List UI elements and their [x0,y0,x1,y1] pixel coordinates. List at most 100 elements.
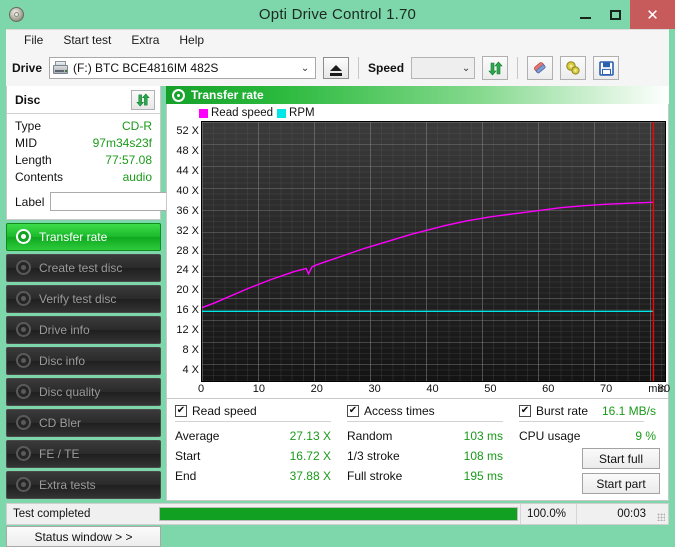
sidebar-item-cd-bler[interactable]: CD Bler [6,409,161,437]
stat-value: 37.88 X [285,466,347,486]
content-area: Transfer rate Read speed RPM 4 X8 X12 X1… [166,86,669,501]
stat-row-third-stroke: 1/3 stroke 108 ms [347,446,519,466]
stat-key: Random [347,426,457,446]
erase-button[interactable] [527,56,553,80]
stat-value: 9 % [590,426,660,446]
y-axis-tick: 12 X [176,324,199,336]
x-axis-tick: 60 [542,383,554,395]
close-icon: ✕ [646,6,659,24]
gears-icon [565,60,581,76]
disc-quality-icon [16,384,32,400]
stat-row-cpu-usage: CPU usage 9 % [519,426,660,446]
access-times-checkbox[interactable]: ✔ [347,405,359,417]
burst-rate-checkbox[interactable]: ✔ [519,405,531,417]
disc-info-rows: Type CD-R MID 97m34s23f Length 77:57.08 … [7,114,160,188]
resize-grip-icon[interactable] [654,504,668,524]
sidebar-item-fe-te[interactable]: FE / TE [6,440,161,468]
divider [175,421,331,422]
stat-key: Full stroke [347,466,457,486]
stat-value: 103 ms [457,426,519,446]
maximize-button[interactable] [600,0,630,29]
disc-info-panel: Disc Type CD-R MID 97m3 [6,86,161,220]
disc-row-key: Contents [15,169,63,186]
chevron-down-icon: ⌄ [297,63,313,74]
stat-row-average: Average 27.13 X [175,426,347,446]
sidebar-item-transfer-rate[interactable]: Transfer rate [6,223,161,251]
eject-button[interactable] [323,57,349,79]
minimize-button[interactable] [570,0,600,29]
sidebar-item-disc-info[interactable]: Disc info [6,347,161,375]
start-full-button[interactable]: Start full [582,448,660,469]
transfer-rate-icon [16,229,32,245]
x-axis-tick: 50 [484,383,496,395]
sidebar-item-label: Verify test disc [39,292,116,306]
sidebar-item-create-test-disc[interactable]: Create test disc [6,254,161,282]
chart-legend: Read speed RPM [169,106,666,121]
y-axis-tick: 28 X [176,245,199,257]
close-button[interactable]: ✕ [630,0,675,29]
sidebar-item-verify-test-disc[interactable]: Verify test disc [6,285,161,313]
start-part-button[interactable]: Start part [582,473,660,494]
drive-info-icon [16,322,32,338]
stat-key: End [175,466,285,486]
menu-item-start-test[interactable]: Start test [53,33,121,47]
menu-item-help[interactable]: Help [169,33,214,47]
x-axis-tick: 40 [426,383,438,395]
transfer-rate-icon [172,89,185,102]
speed-label: Speed [368,61,404,75]
sidebar-item-drive-info[interactable]: Drive info [6,316,161,344]
y-axis-tick: 4 X [182,364,199,376]
disc-write-icon [16,260,32,276]
sidebar-nav: Transfer rate Create test disc Verify te… [6,223,161,547]
save-button[interactable] [593,56,619,80]
disc-label-row: Label [7,188,160,219]
menu-item-extra[interactable]: Extra [121,33,169,47]
cd-disc-icon [8,6,26,24]
y-axis-tick: 20 X [176,284,199,296]
burst-rate-value: 16.1 MB/s [602,404,660,418]
disc-refresh-button[interactable] [131,90,155,110]
drive-label: Drive [12,61,42,75]
drive-select[interactable]: (F:) BTC BCE4816IM 482S ⌄ [49,57,316,79]
sidebar-item-label: Disc quality [39,385,100,399]
refresh-button[interactable] [482,56,508,80]
divider [519,421,644,422]
plot-area[interactable] [201,121,666,382]
sidebar-item-label: CD Bler [39,416,81,430]
sidebar-item-label: Transfer rate [39,230,107,244]
speed-select[interactable]: ⌄ [411,57,475,79]
disc-row-key: Type [15,118,41,135]
disc-row-type: Type CD-R [15,118,152,135]
disc-row-value: CD-R [122,118,152,135]
disc-row-value: 77:57.08 [105,152,152,169]
read-speed-checkbox[interactable]: ✔ [175,405,187,417]
legend-label: Read speed [211,107,273,119]
stats-read-speed-title: Read speed [192,404,257,418]
sidebar-item-disc-quality[interactable]: Disc quality [6,378,161,406]
title-bar: Opti Drive Control 1.70 ✕ [0,0,675,29]
y-axis-tick: 32 X [176,225,199,237]
floppy-save-icon [599,61,614,76]
menu-item-file[interactable]: File [14,33,53,47]
y-axis-tick: 36 X [176,205,199,217]
sidebar-item-extra-tests[interactable]: Extra tests [6,471,161,499]
stats-burst-header: ✔ Burst rate 16.1 MB/s [519,404,660,420]
chart-panel: Read speed RPM 4 X8 X12 X16 X20 X24 X28 … [166,104,669,399]
disc-label-key: Label [15,195,44,209]
x-axis-tick: 30 [369,383,381,395]
x-axis-tick: 20 [311,383,323,395]
toolbar: Drive (F:) BTC BCE4816IM 482S ⌄ Speed ⌄ [6,50,669,86]
disc-row-key: MID [15,135,37,152]
settings-button[interactable] [560,56,586,80]
stats-access-times-title: Access times [364,404,435,418]
status-window-button[interactable]: Status window > > [6,526,161,547]
stats-burst-rate: ✔ Burst rate 16.1 MB/s CPU usage 9 % Sta… [519,404,660,494]
elapsed-time: 00:03 [576,504,654,524]
sidebar-item-label: Drive info [39,323,90,337]
extra-tests-icon [16,477,32,493]
refresh-arrows-icon [488,61,503,76]
stats-access-times-header: ✔ Access times [347,404,519,420]
y-axis-tick: 52 X [176,125,199,137]
legend-swatch [199,109,208,118]
x-axis-tick: 10 [253,383,265,395]
